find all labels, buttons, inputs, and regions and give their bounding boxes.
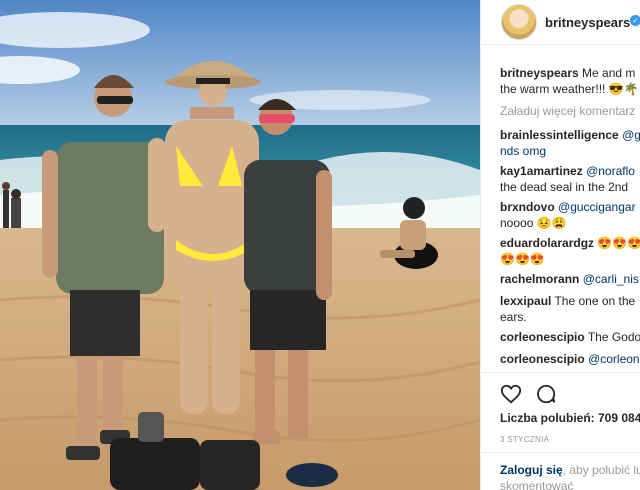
comment-item: corleonescipio The Godo <box>500 330 640 344</box>
caption-line-2: the warm weather!!! 😎🌴 <box>500 82 639 96</box>
username-link[interactable]: britneyspears <box>545 15 630 30</box>
comment-text: The Godo <box>584 330 640 344</box>
comment-username[interactable]: kay1amartinez <box>500 164 583 178</box>
load-more-comments-link[interactable]: Załaduj więcej komentarz <box>500 104 635 118</box>
comment-item: rachelmorann @carli_nis <box>500 272 639 286</box>
comment-item: brxndovo @guccigangar <box>500 200 636 214</box>
comment-bubble-icon[interactable] <box>535 383 557 405</box>
caption-text: Me and m <box>578 66 636 80</box>
comment-username[interactable]: brainlessintelligence <box>500 128 619 142</box>
likes-count[interactable]: Liczba polubień: 709 084 <box>500 411 640 425</box>
verified-icon: ✓ <box>630 15 640 26</box>
comment-username[interactable]: brxndovo <box>500 200 555 214</box>
post-side-panel: britneyspears ✓ britneyspears Me and m t… <box>480 0 640 490</box>
login-line-2: skomentować <box>500 479 574 490</box>
login-line: Zaloguj się, aby polubić lu <box>500 463 640 477</box>
post-photo[interactable] <box>0 0 480 490</box>
comment-username[interactable]: corleonescipio <box>500 330 585 344</box>
post-date[interactable]: 3 STYCZNIA <box>500 435 549 444</box>
caption-username[interactable]: britneyspears <box>500 66 579 80</box>
comment-item: kay1amartinez @noraflo <box>500 164 635 178</box>
heart-icon[interactable] <box>500 383 522 405</box>
comment-mention[interactable]: @carli_nis <box>583 272 639 286</box>
post-header: britneyspears ✓ <box>481 0 640 45</box>
beach-photo-image <box>0 0 480 490</box>
comment-text-line: ears. <box>500 310 527 324</box>
comment-mention[interactable]: @guccigangar <box>558 200 636 214</box>
comment-username[interactable]: rachelmorann <box>500 272 579 286</box>
comment-text: The one on the <box>551 294 636 308</box>
avatar[interactable] <box>501 4 537 40</box>
comment-username[interactable]: lexxipaul <box>500 294 551 308</box>
login-link[interactable]: Zaloguj się <box>500 463 563 477</box>
comment-emoji-line: 😍😍😍 <box>597 236 640 250</box>
comment-mention[interactable]: @noraflo <box>586 164 635 178</box>
comment-mention[interactable]: @g <box>622 128 640 142</box>
comment-text-line: noooo 😣😩 <box>500 216 567 230</box>
comment-item: corleonescipio @corleon <box>500 352 640 366</box>
comment-item: brainlessintelligence @g <box>500 128 640 142</box>
comment-mention[interactable]: @corleon <box>588 352 640 366</box>
comment-text-line: nds omg <box>500 144 547 158</box>
comment-text-line: 😍😍😍 <box>500 252 545 266</box>
comment-username[interactable]: eduardolarardgz <box>500 236 594 250</box>
comment-username[interactable]: corleonescipio <box>500 352 585 366</box>
comment-item: eduardolarardgz 😍😍😍 <box>500 236 640 250</box>
comment-item: lexxipaul The one on the <box>500 294 635 308</box>
comments-list[interactable]: britneyspears Me and m the warm weather!… <box>481 54 640 372</box>
login-prompt: Zaloguj się, aby polubić lu skomentować <box>481 452 640 490</box>
login-text: , aby polubić lu <box>562 463 640 477</box>
comment-text-line: the dead seal in the 2nd <box>500 180 629 194</box>
caption: britneyspears Me and m <box>500 66 635 80</box>
